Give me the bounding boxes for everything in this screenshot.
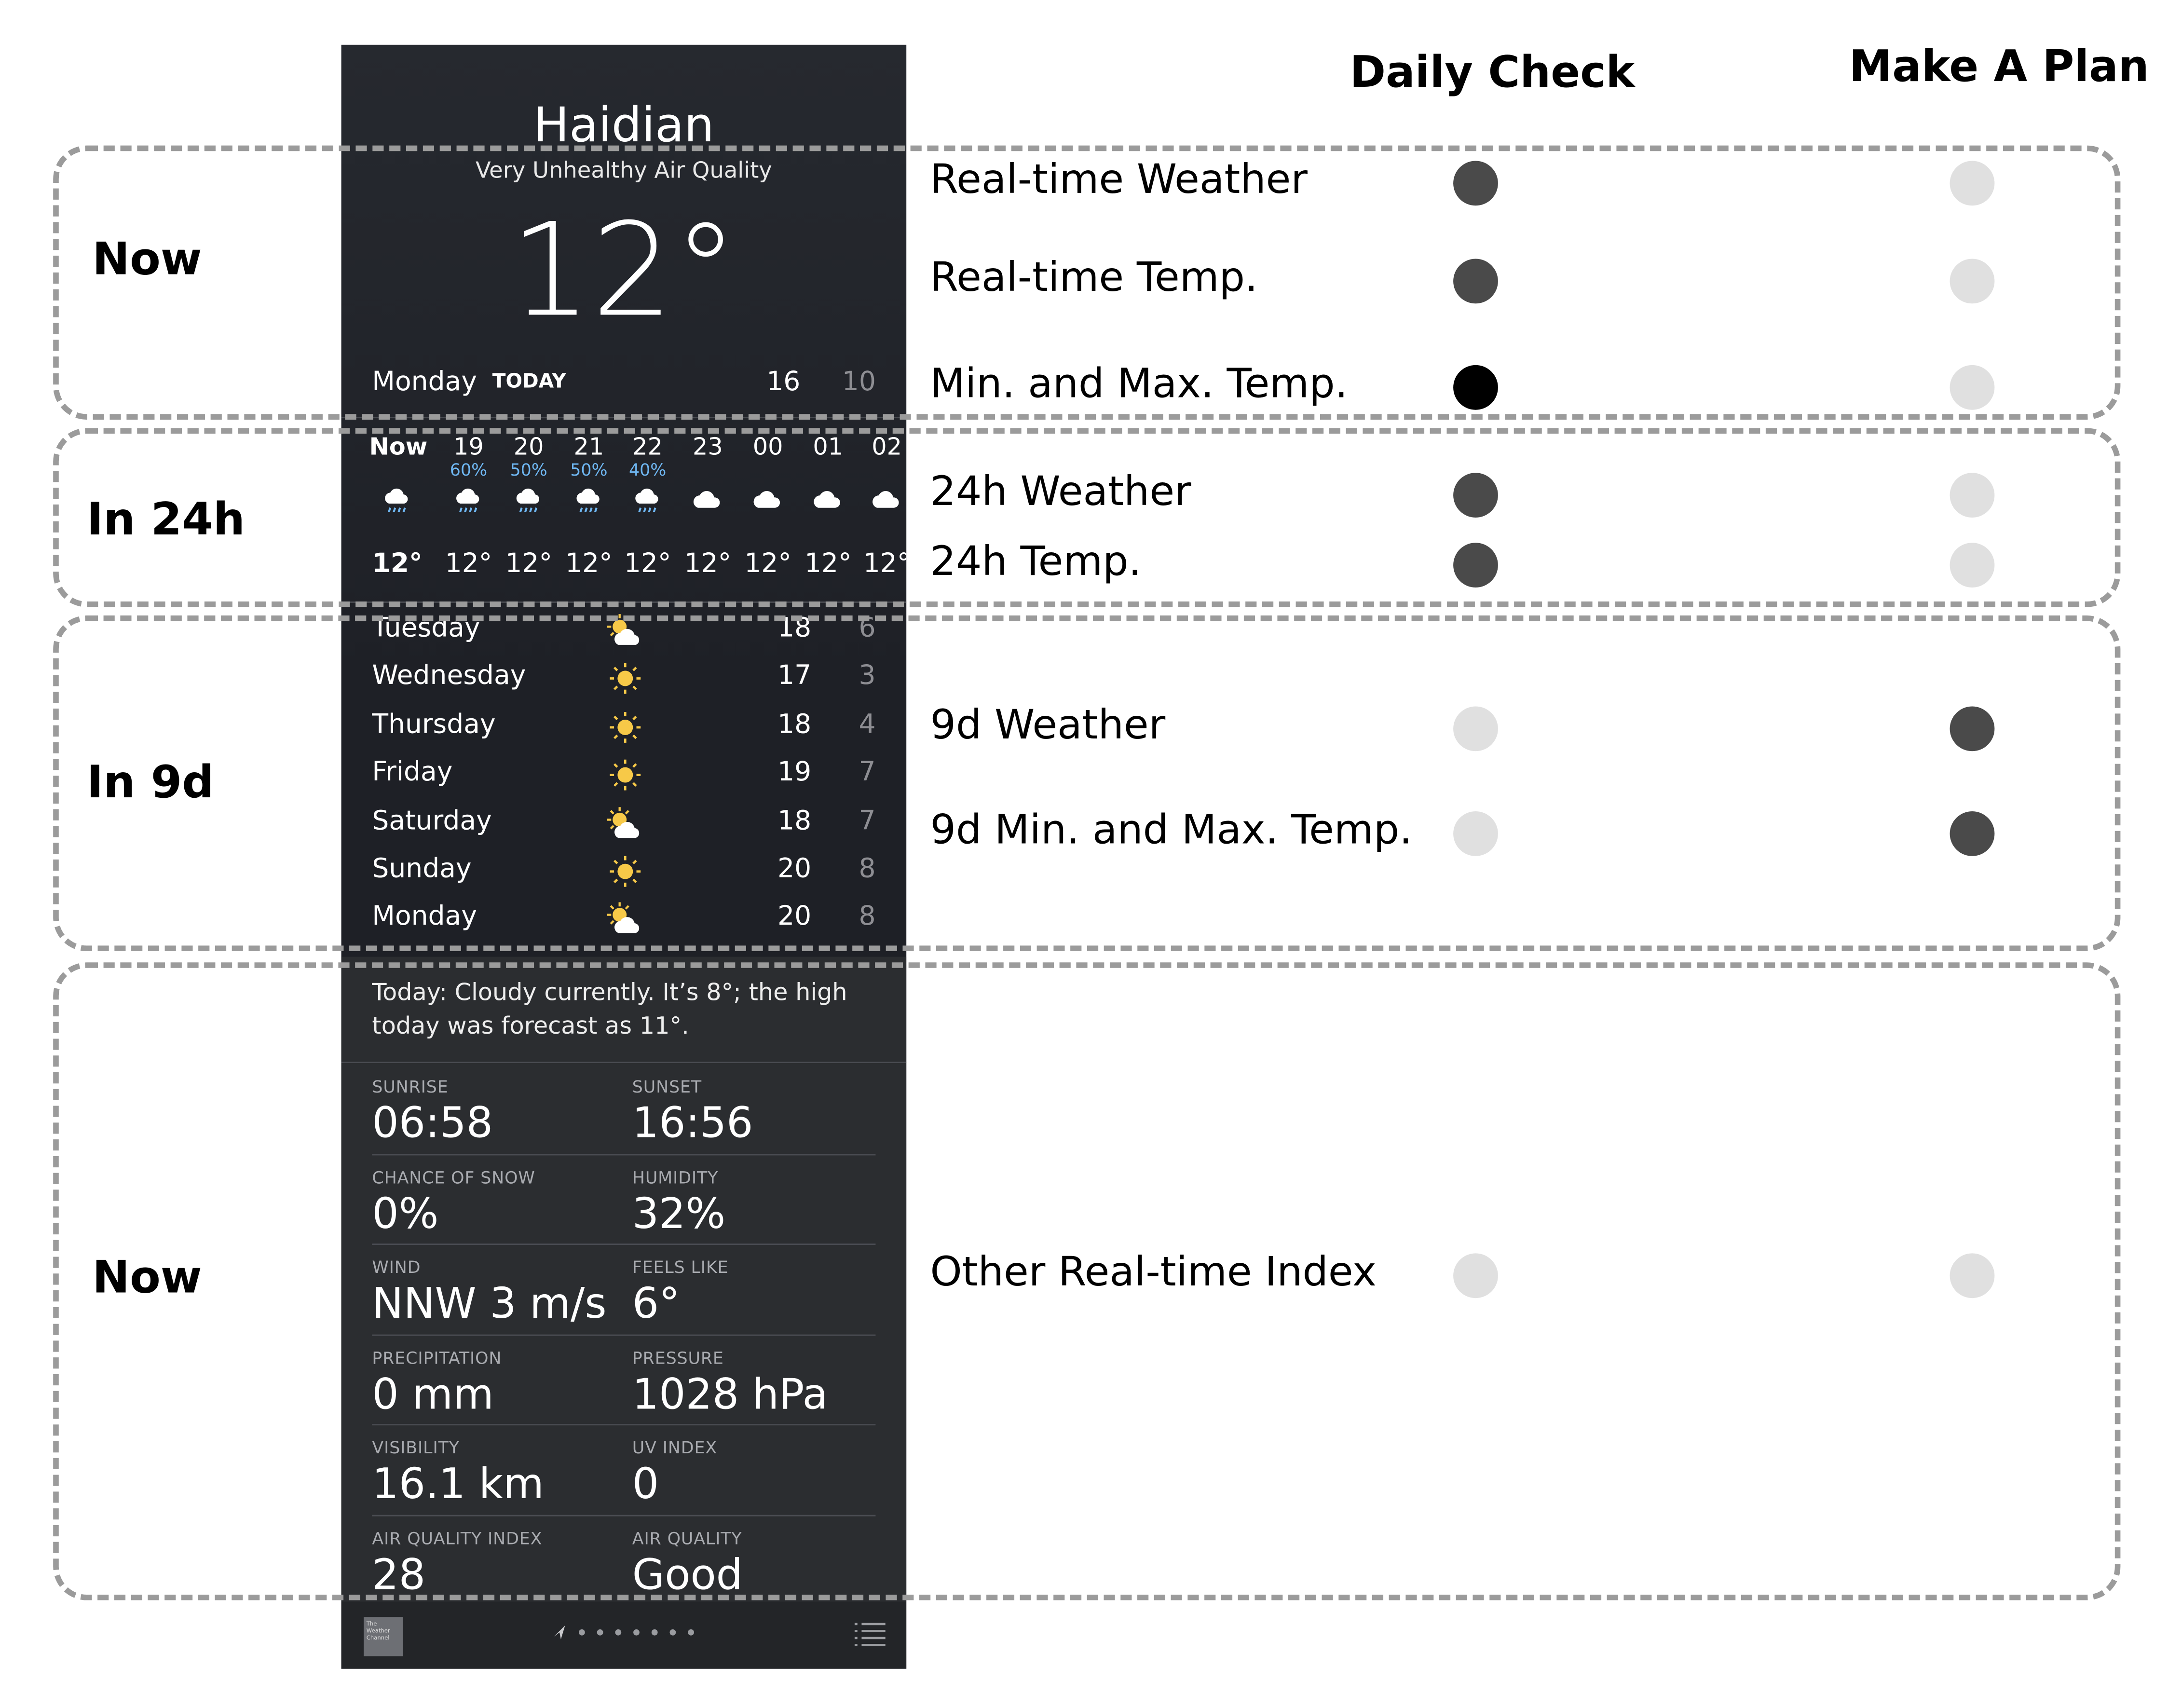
page-indicator[interactable] [551, 1623, 697, 1646]
make-a-plan-dot [1950, 473, 1995, 518]
make-a-plan-dot [1950, 811, 1995, 856]
daily-check-header: Daily Check [1350, 47, 1635, 98]
daily-check-dot [1453, 1253, 1498, 1298]
make-a-plan-dot [1950, 161, 1995, 206]
daily-check-dot [1453, 473, 1498, 518]
make-a-plan-dot [1950, 365, 1995, 410]
daily-check-dot [1453, 811, 1498, 856]
feature-label: Min. and Max. Temp. [930, 359, 1348, 407]
feature-label: 24h Weather [930, 467, 1191, 515]
group-label-24h: In 24h [86, 492, 245, 546]
feature-label: Other Real-time Index [930, 1247, 1377, 1296]
daily-check-dot [1453, 161, 1498, 206]
feature-label: Real-time Weather [930, 155, 1308, 203]
daily-check-dot [1453, 365, 1498, 410]
daily-check-dot [1453, 259, 1498, 304]
group-frame-9d [53, 615, 2121, 952]
feature-label: 9d Min. and Max. Temp. [930, 806, 1413, 853]
make-a-plan-header: Make A Plan [1849, 42, 2149, 93]
weather-channel-logo[interactable]: The Weather Channel [364, 1617, 403, 1656]
group-label-now: Now [92, 232, 202, 286]
group-label-9d: In 9d [86, 755, 214, 809]
make-a-plan-dot [1950, 1253, 1995, 1298]
location-arrow-icon [554, 1625, 694, 1640]
list-icon[interactable] [853, 1620, 887, 1648]
make-a-plan-dot [1950, 259, 1995, 304]
feature-label: 24h Temp. [930, 537, 1142, 585]
make-a-plan-dot [1950, 543, 1995, 588]
diagram-stage: Daily Check Make A Plan Haidian Very Unh… [0, 0, 2168, 1707]
group-label-now-other: Now [92, 1250, 202, 1304]
daily-check-dot [1453, 543, 1498, 588]
bottom-bar: The Weather Channel [341, 1601, 907, 1669]
feature-label: Real-time Temp. [930, 253, 1258, 301]
feature-label: 9d Weather [930, 700, 1166, 749]
make-a-plan-dot [1950, 706, 1995, 752]
daily-check-dot [1453, 706, 1498, 752]
